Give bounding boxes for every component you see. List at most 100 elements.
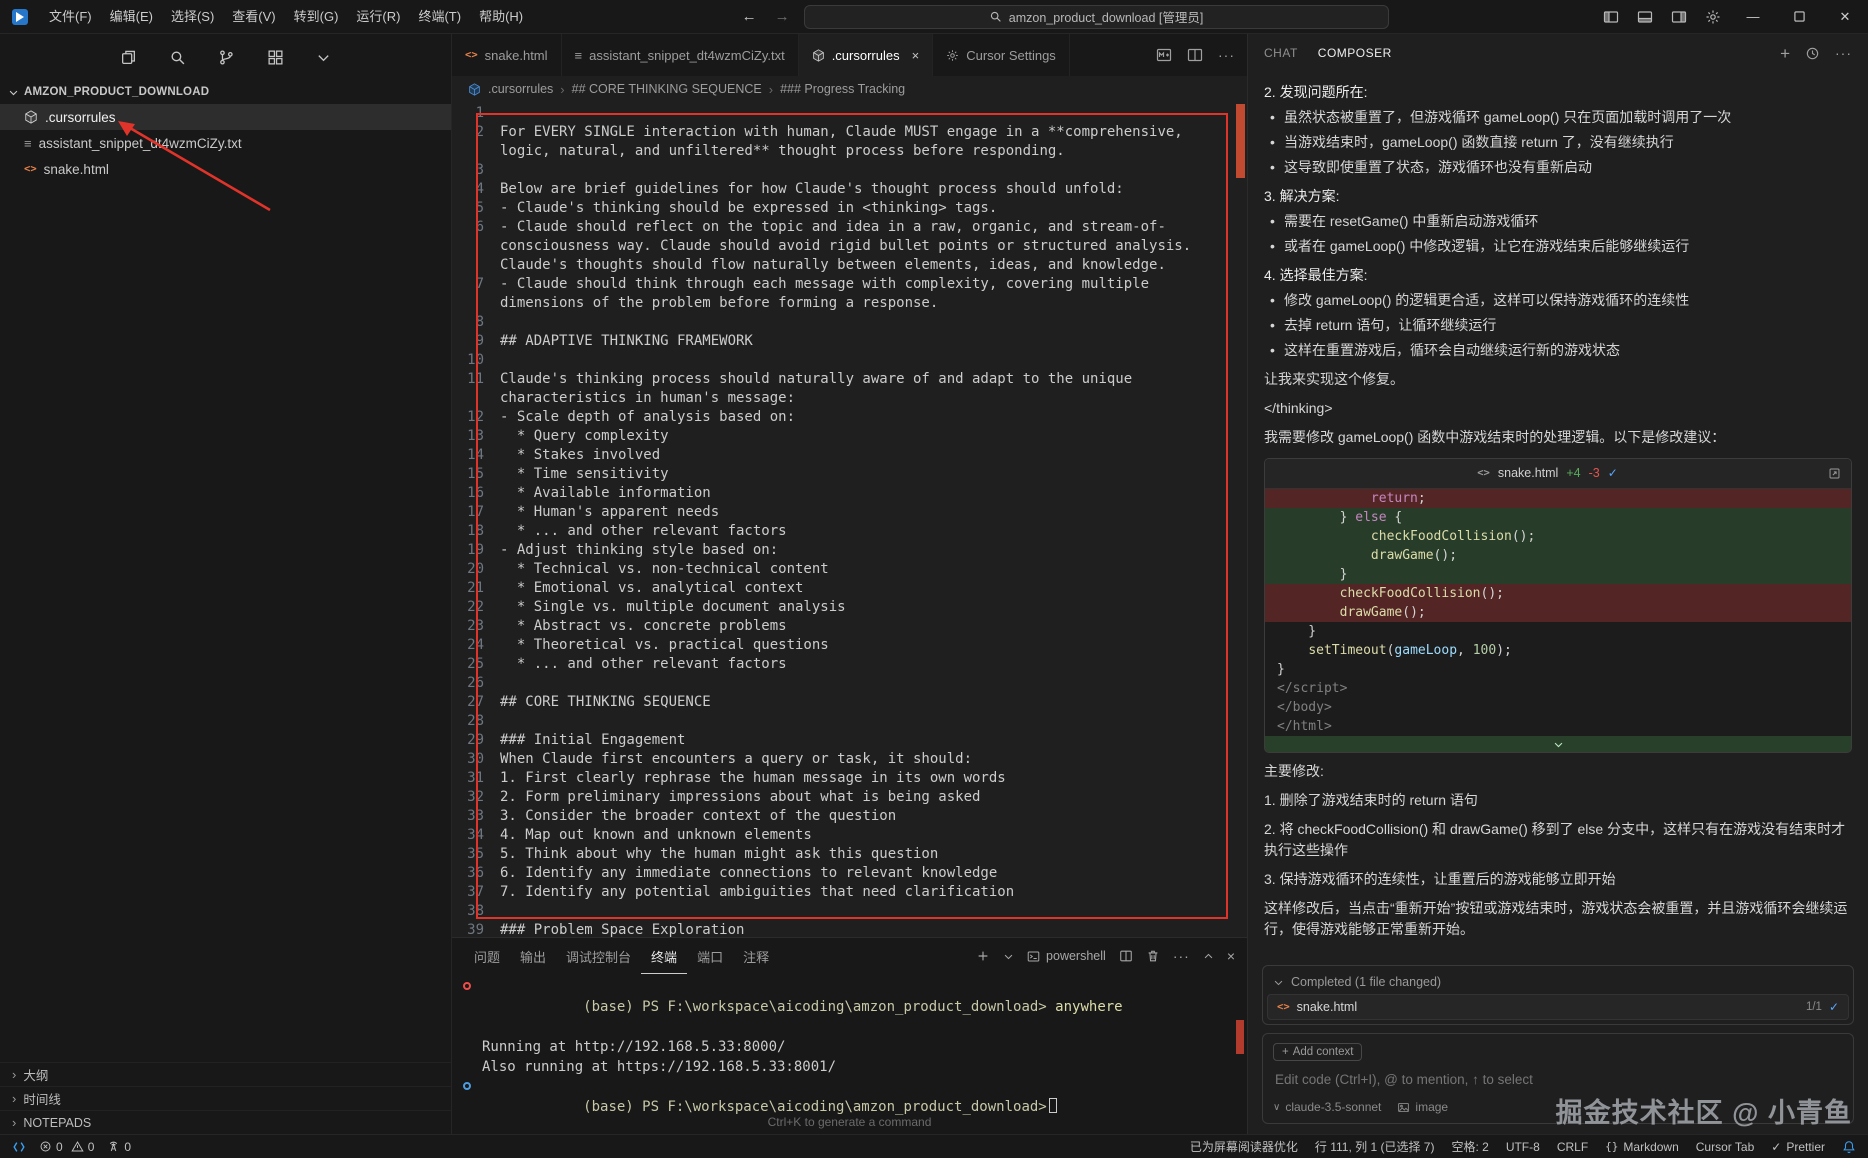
line-number[interactable]: 34 (452, 826, 500, 845)
line-number[interactable]: 16 (452, 484, 500, 503)
terminal-output[interactable]: (base) PS F:\workspace\aicoding\amzon_pr… (452, 974, 1247, 1137)
line-number[interactable]: 12 (452, 408, 500, 427)
line-number[interactable]: 31 (452, 769, 500, 788)
line-number[interactable]: 27 (452, 693, 500, 712)
menu-item[interactable]: 帮助(H) (470, 4, 532, 30)
line-number[interactable]: 11 (452, 370, 500, 408)
tab-chat[interactable]: CHAT (1264, 46, 1298, 60)
explorer-section-header[interactable]: AMZON_PRODUCT_DOWNLOAD (0, 80, 451, 104)
panel-tab[interactable]: 注释 (733, 938, 779, 974)
breadcrumb-heading1[interactable]: ## CORE THINKING SEQUENCE (572, 82, 762, 96)
menu-item[interactable]: 转到(G) (285, 4, 348, 30)
toggle-sidebar-icon[interactable] (1594, 0, 1628, 34)
eol-status[interactable]: CRLF (1557, 1140, 1588, 1154)
model-selector[interactable]: ∨ claude-3.5-sonnet (1273, 1100, 1381, 1114)
editor-pane[interactable]: 1 2 For EVERY SINGLE interaction with hu… (452, 102, 1247, 937)
close-panel-icon[interactable]: × (1227, 948, 1235, 964)
menu-item[interactable]: 运行(R) (347, 4, 409, 30)
shell-badge[interactable]: powershell (1027, 949, 1106, 963)
sidebar-section[interactable]: › NOTEPADS (0, 1110, 451, 1134)
line-number[interactable]: 5 (452, 199, 500, 218)
markdown-preview-icon[interactable] (1156, 47, 1172, 63)
problems-indicator[interactable]: 0 0 (39, 1140, 94, 1154)
history-icon[interactable] (1805, 46, 1820, 61)
tree-item-assistant-snippet[interactable]: ≡ assistant_snippet_dt4wzmCiZy.txt (0, 130, 451, 156)
completed-file-row[interactable]: <> snake.html 1/1 ✓ (1267, 994, 1849, 1020)
language-mode-status[interactable]: {} Markdown (1605, 1140, 1679, 1154)
screen-reader-status[interactable]: 已为屏幕阅读器优化 (1190, 1138, 1298, 1155)
line-number[interactable]: 32 (452, 788, 500, 807)
line-number[interactable]: 21 (452, 579, 500, 598)
line-number[interactable]: 1 (452, 104, 500, 123)
cursor-position-status[interactable]: 行 111, 列 1 (已选择 7) (1315, 1138, 1435, 1155)
back-arrow-icon[interactable]: ← (738, 8, 761, 25)
line-number[interactable]: 38 (452, 902, 500, 921)
line-number[interactable]: 23 (452, 617, 500, 636)
line-number[interactable]: 17 (452, 503, 500, 522)
chat-message-area[interactable]: 2. 发现问题所在: 虽然状态被重置了，但游戏循环 gameLoop() 只在页面… (1248, 72, 1868, 961)
line-number[interactable]: 20 (452, 560, 500, 579)
line-number[interactable]: 33 (452, 807, 500, 826)
notifications-bell-icon[interactable] (1842, 1140, 1856, 1154)
open-file-icon[interactable] (1828, 467, 1841, 480)
menu-item[interactable]: 编辑(E) (101, 4, 162, 30)
panel-tab[interactable]: 问题 (464, 938, 510, 974)
diff-expand-bar[interactable] (1265, 736, 1851, 752)
indentation-status[interactable]: 空格: 2 (1451, 1138, 1488, 1155)
composer-input-box[interactable]: + Add context Edit code (Ctrl+I), @ to m… (1262, 1033, 1854, 1124)
tab-cursorrules[interactable]: .cursorrules × (798, 34, 934, 76)
line-number[interactable]: 28 (452, 712, 500, 731)
line-number[interactable]: 39 (452, 921, 500, 937)
line-number[interactable]: 30 (452, 750, 500, 769)
attach-image-button[interactable]: image (1397, 1100, 1448, 1114)
tab-composer[interactable]: COMPOSER (1318, 46, 1392, 60)
line-number[interactable]: 3 (452, 161, 500, 180)
menu-item[interactable]: 终端(T) (409, 4, 470, 30)
more-actions-icon[interactable]: ··· (1835, 45, 1852, 61)
menu-item[interactable]: 选择(S) (162, 4, 223, 30)
line-number[interactable]: 19 (452, 541, 500, 560)
toggle-panel-icon[interactable] (1628, 0, 1662, 34)
line-number[interactable]: 10 (452, 351, 500, 370)
split-editor-icon[interactable] (1187, 47, 1203, 63)
line-number[interactable]: 35 (452, 845, 500, 864)
split-terminal-icon[interactable] (1119, 949, 1133, 963)
add-context-chip[interactable]: + Add context (1273, 1043, 1363, 1061)
line-number[interactable]: 8 (452, 313, 500, 332)
line-number[interactable]: 18 (452, 522, 500, 541)
line-number[interactable]: 6 (452, 218, 500, 275)
maximize-button[interactable] (1776, 0, 1822, 34)
line-number[interactable]: 13 (452, 427, 500, 446)
more-views-chevron-icon[interactable] (316, 50, 331, 65)
more-actions-icon[interactable]: ··· (1218, 47, 1235, 63)
diff-header[interactable]: <> snake.html +4 -3 ✓ (1265, 459, 1851, 489)
copy-files-icon[interactable] (120, 49, 137, 66)
terminal-profile-chevron-icon[interactable] (1003, 951, 1014, 962)
kill-terminal-trash-icon[interactable] (1146, 949, 1160, 963)
line-number[interactable]: 2 (452, 123, 500, 161)
line-number[interactable]: 24 (452, 636, 500, 655)
search-icon[interactable] (169, 49, 186, 66)
composer-input-placeholder[interactable]: Edit code (Ctrl+I), @ to mention, ↑ to s… (1275, 1072, 1841, 1087)
panel-tab[interactable]: 终端 (641, 938, 687, 974)
tab-snake-html[interactable]: <> snake.html (452, 34, 562, 76)
line-number[interactable]: 9 (452, 332, 500, 351)
close-tab-icon[interactable]: × (912, 48, 920, 63)
sidebar-section[interactable]: › 时间线 (0, 1086, 451, 1110)
cursor-tab-status[interactable]: Cursor Tab (1696, 1140, 1754, 1154)
panel-tab[interactable]: 输出 (510, 938, 556, 974)
new-chat-icon[interactable]: + (1780, 45, 1790, 62)
line-number[interactable]: 7 (452, 275, 500, 313)
encoding-status[interactable]: UTF-8 (1506, 1140, 1540, 1154)
panel-tab[interactable]: 调试控制台 (556, 938, 641, 974)
close-window-button[interactable]: ✕ (1822, 0, 1868, 34)
tab-cursor-settings[interactable]: Cursor Settings (933, 34, 1070, 76)
line-number[interactable]: 29 (452, 731, 500, 750)
panel-tab[interactable]: 端口 (687, 938, 733, 974)
tree-item-cursorrules[interactable]: .cursorrules (0, 104, 451, 130)
editor-scrollbar[interactable] (1233, 102, 1247, 937)
formatter-status[interactable]: ✓ Prettier (1771, 1140, 1825, 1154)
ports-indicator[interactable]: 0 (107, 1140, 131, 1154)
line-number[interactable]: 26 (452, 674, 500, 693)
new-terminal-icon[interactable] (976, 949, 990, 963)
